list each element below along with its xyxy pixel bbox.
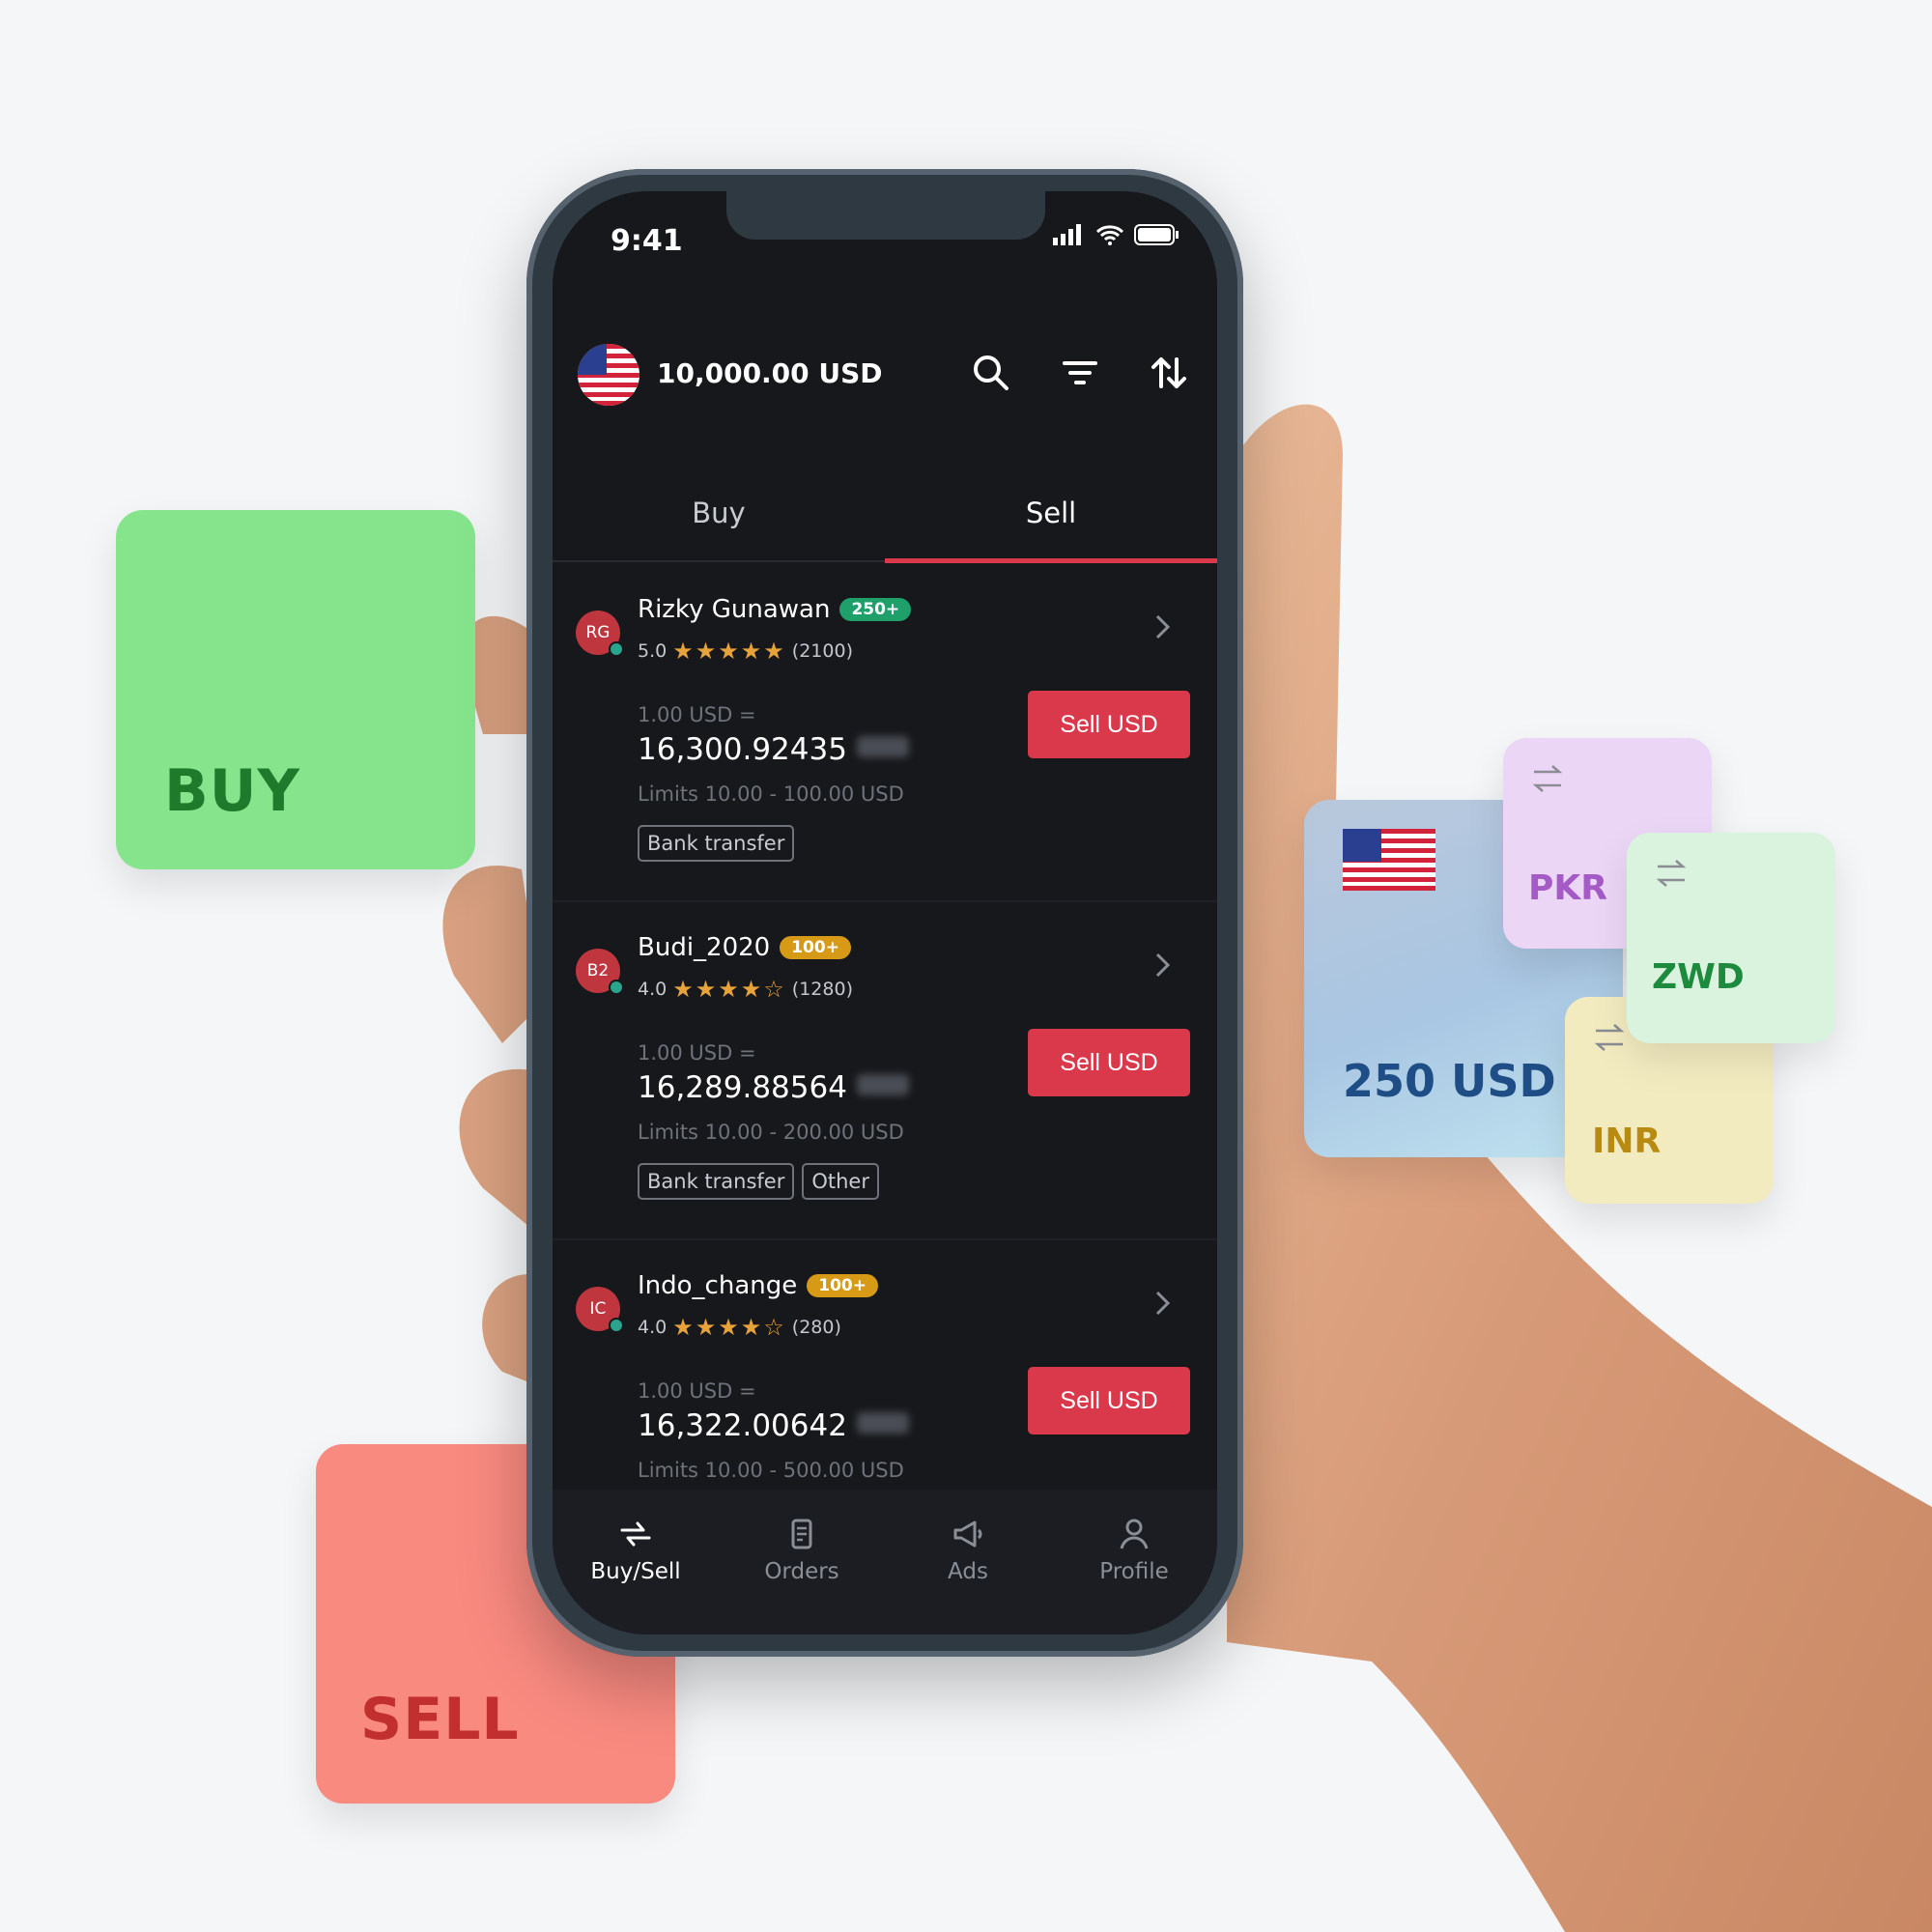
blurred-currency-code — [856, 1412, 909, 1434]
swap-icon — [1594, 1024, 1625, 1051]
swap-arrows-icon — [620, 1521, 651, 1547]
search-icon[interactable] — [970, 352, 1012, 394]
nav-label: Orders — [764, 1559, 839, 1584]
rate-label: 1.00 USD = — [638, 703, 756, 726]
avatar: B2 — [576, 949, 624, 995]
review-count: (280) — [791, 1317, 841, 1338]
swap-icon — [1532, 765, 1563, 792]
review-count: (2100) — [791, 640, 853, 662]
review-count: (1280) — [791, 979, 853, 1000]
trade-count-badge: 250+ — [839, 598, 912, 621]
nav-profile[interactable]: Profile — [1051, 1517, 1217, 1584]
star-rating-icon: ★★★★☆ — [672, 1314, 786, 1341]
sort-icon[interactable] — [1148, 352, 1190, 394]
phone-screen: 9:41 10,000.00 USD Buy Sell RG Rizky Gun… — [553, 191, 1217, 1634]
rating-value: 4.0 — [638, 1317, 668, 1338]
buy-sell-tabs: Buy Sell — [553, 481, 1217, 563]
merchant-name: Indo_change 100+ — [638, 1271, 878, 1300]
tab-sell[interactable]: Sell — [885, 481, 1217, 562]
blurred-currency-code — [856, 736, 909, 757]
rate-value: 16,300.92435 — [638, 732, 909, 767]
blurred-currency-code — [856, 1074, 909, 1095]
rate-value: 16,289.88564 — [638, 1070, 909, 1105]
online-status-dot — [609, 641, 624, 657]
chevron-right-icon[interactable] — [1151, 951, 1175, 980]
nav-label: Buy/Sell — [590, 1559, 681, 1584]
star-rating-icon: ★★★★★ — [672, 638, 786, 665]
wallet-balance: 10,000.00 USD — [657, 357, 883, 389]
us-flag-icon[interactable] — [578, 344, 639, 406]
merchant-rating: 4.0 ★★★★☆ (280) — [638, 1314, 841, 1341]
nav-ads[interactable]: Ads — [885, 1517, 1051, 1584]
nav-label: Ads — [948, 1559, 988, 1584]
sell-tile-label: SELL — [360, 1686, 520, 1753]
limits-text: Limits 10.00 - 100.00 USD — [638, 782, 904, 806]
tab-buy[interactable]: Buy — [553, 481, 885, 562]
zwd-label: ZWD — [1652, 957, 1745, 997]
star-rating-icon: ★★★★☆ — [672, 976, 786, 1003]
merchant-rating: 4.0 ★★★★☆ (1280) — [638, 976, 853, 1003]
payment-method-tag: Other — [802, 1163, 879, 1200]
rating-value: 5.0 — [638, 640, 668, 662]
offer-item[interactable]: RG Rizky Gunawan 250+ 5.0 ★★★★★ (2100) 1.00… — [553, 564, 1217, 902]
payment-method-tag: Bank transfer — [638, 1163, 795, 1200]
avatar: IC — [576, 1287, 624, 1333]
megaphone-icon — [953, 1520, 982, 1548]
nav-label: Profile — [1099, 1559, 1169, 1584]
status-icons — [1053, 224, 1179, 245]
avatar: RG — [576, 611, 624, 657]
online-status-dot — [609, 980, 624, 995]
nav-buy-sell[interactable]: Buy/Sell — [553, 1517, 719, 1584]
rate-label: 1.00 USD = — [638, 1041, 756, 1065]
limits-text: Limits 10.00 - 200.00 USD — [638, 1121, 904, 1144]
zwd-currency-tile: ZWD — [1627, 833, 1835, 1043]
usd-amount-label: 250 USD — [1343, 1055, 1556, 1107]
rating-value: 4.0 — [638, 979, 668, 1000]
nav-orders[interactable]: Orders — [719, 1517, 885, 1584]
payment-methods: Bank transfer Other — [638, 1163, 879, 1200]
active-tab-indicator — [885, 558, 1217, 563]
status-bar: 9:41 — [553, 191, 1217, 288]
chevron-right-icon[interactable] — [1151, 612, 1175, 641]
payment-methods: Bank transfer — [638, 825, 795, 862]
rate-label: 1.00 USD = — [638, 1379, 756, 1403]
offer-item[interactable]: B2 Budi_2020 100+ 4.0 ★★★★☆ (1280) 1.00 USD… — [553, 902, 1217, 1240]
merchant-rating: 5.0 ★★★★★ (2100) — [638, 638, 853, 665]
trade-count-badge: 100+ — [807, 1274, 878, 1297]
inr-label: INR — [1592, 1122, 1662, 1161]
bottom-navigation: Buy/Sell Orders Ads Profile — [553, 1490, 1217, 1634]
merchant-name: Budi_2020 100+ — [638, 933, 851, 962]
buy-tile: BUY — [116, 510, 475, 869]
online-status-dot — [609, 1318, 624, 1333]
chevron-right-icon[interactable] — [1151, 1289, 1175, 1318]
us-flag-icon — [1343, 829, 1435, 891]
rate-value: 16,322.00642 — [638, 1408, 909, 1443]
user-icon — [1120, 1519, 1149, 1549]
trade-count-badge: 100+ — [780, 936, 851, 959]
merchant-name: Rizky Gunawan 250+ — [638, 595, 912, 624]
sell-usd-button[interactable]: Sell USD — [1028, 691, 1190, 758]
sell-usd-button[interactable]: Sell USD — [1028, 1029, 1190, 1096]
status-time: 9:41 — [611, 224, 683, 258]
battery-icon — [1134, 224, 1179, 245]
payment-method-tag: Bank transfer — [638, 825, 795, 862]
offer-list: RG Rizky Gunawan 250+ 5.0 ★★★★★ (2100) 1.00… — [553, 564, 1217, 1578]
document-icon — [791, 1519, 812, 1549]
pkr-label: PKR — [1528, 868, 1608, 908]
buy-tile-label: BUY — [164, 757, 300, 825]
wifi-icon — [1095, 225, 1124, 245]
sell-usd-button[interactable]: Sell USD — [1028, 1367, 1190, 1435]
swap-icon — [1656, 860, 1687, 887]
signal-icon — [1053, 224, 1081, 245]
filter-icon[interactable] — [1059, 352, 1101, 394]
balance-header: 10,000.00 USD — [553, 336, 1217, 413]
limits-text: Limits 10.00 - 500.00 USD — [638, 1459, 904, 1482]
